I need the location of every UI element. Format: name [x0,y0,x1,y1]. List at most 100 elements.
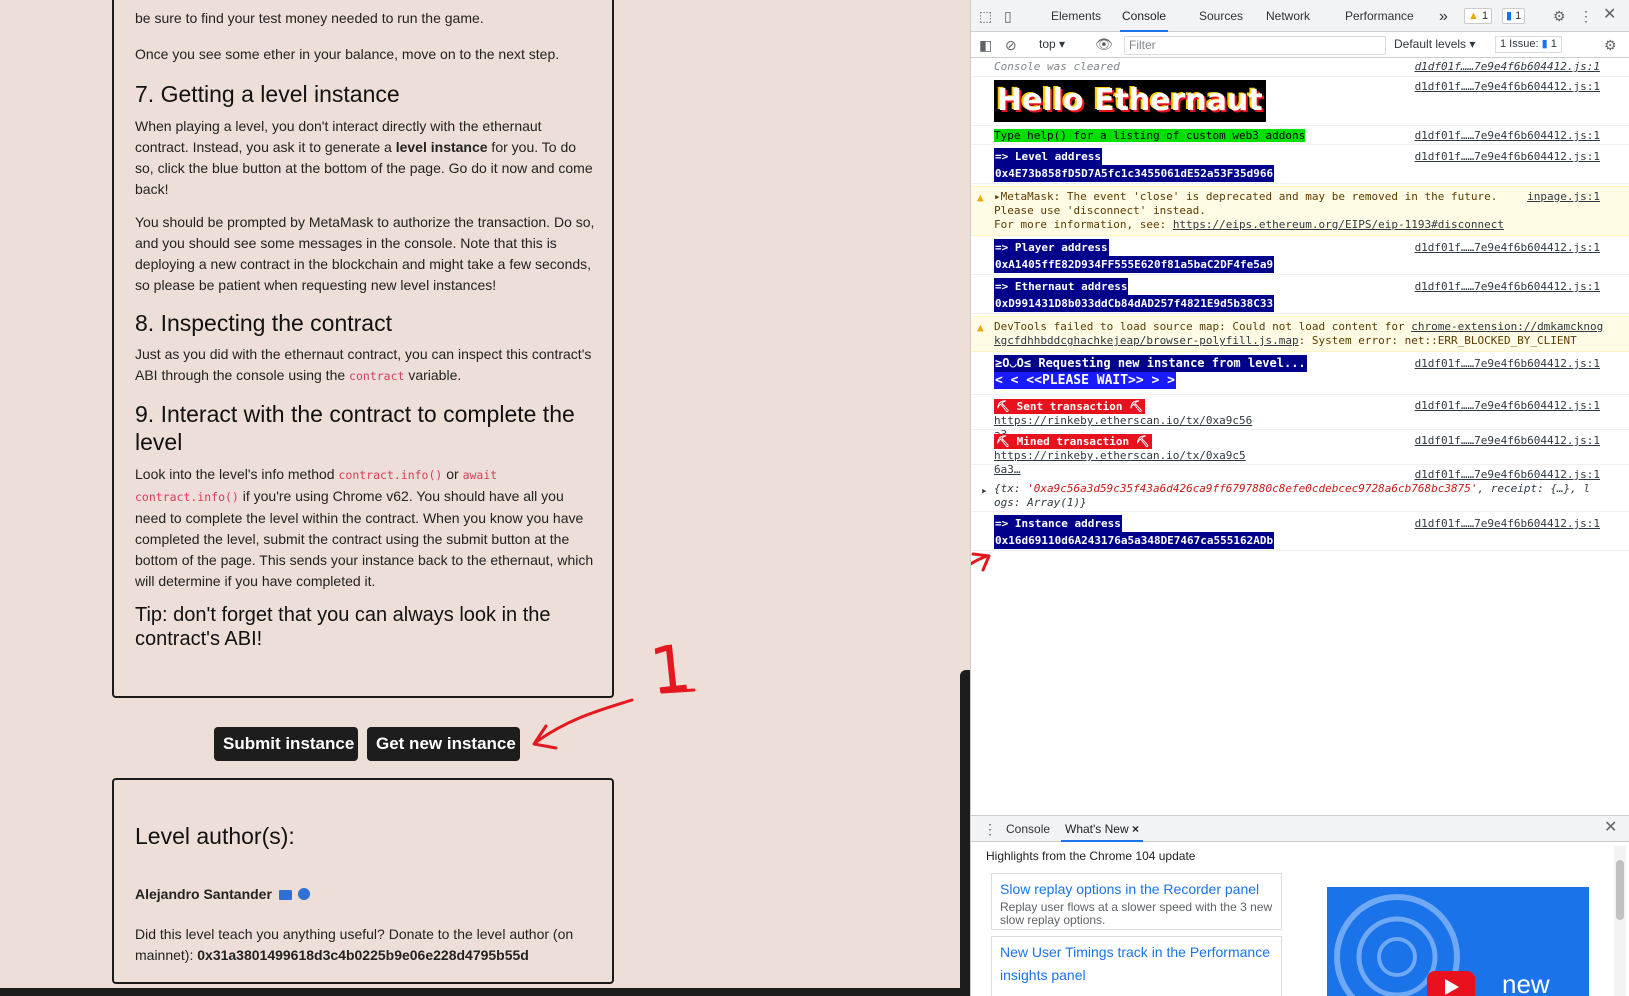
log-source-link[interactable]: d1df01f……7e9e4f6b604412.js:1 [1415,468,1600,482]
tx-object-hash: '0xa9c56a3d59c35f43a6d426ca9ff6797880c8e… [1027,482,1478,495]
whats-new-video-thumbnail[interactable]: new [1327,887,1589,996]
issues-button[interactable]: 1 Issue: ▮ 1 [1495,36,1562,53]
s7-bold-level-instance: level instance [395,139,488,155]
news-card-slow-replay[interactable]: Slow replay options in the Recorder pane… [991,873,1282,930]
clear-console-icon[interactable]: ⊘ [1005,37,1017,53]
log-sourcemap-warning: ▲ DevTools failed to load source map: Co… [971,316,1629,352]
globe-icon[interactable] [297,888,310,900]
log-source-link[interactable]: d1df01f……7e9e4f6b604412.js:1 [1415,80,1600,94]
context-select[interactable]: top ▾ [1039,37,1065,51]
log-source-link[interactable]: d1df01f……7e9e4f6b604412.js:1 [1415,434,1600,448]
device-toolbar-icon[interactable]: ▯ [1004,8,1012,24]
log-source-link[interactable]: d1df01f……7e9e4f6b604412.js:1 [1415,241,1600,255]
drawer-scrollbar[interactable] [1614,846,1626,996]
news-desc: Replay user flows at a slower speed with… [1000,900,1273,927]
player-address-label: => Player address [994,239,1109,256]
mined-transaction-link[interactable]: https://rinkeby.etherscan.io/tx/0xa9c5 [994,449,1246,462]
level-author-title: Level author(s): [135,823,295,849]
requesting-text: ≥O◡O≤ Requesting new instance from level… [994,355,1307,372]
drawer-tab-console[interactable]: Console [1006,816,1050,842]
section-7-paragraph-1: When playing a level, you don't interact… [135,116,595,200]
log-hello-ethernaut: Hello Ethernaut d1df01f……7e9e4f6b604412.… [971,78,1629,126]
get-new-instance-button[interactable]: Get new instance [367,727,520,761]
log-tx-object[interactable]: d1df01f……7e9e4f6b604412.js:1 ▸ {tx: '0xa9… [971,466,1629,512]
log-requesting: ≥O◡O≤ Requesting new instance from level… [971,353,1629,395]
help-hint-text: Type help() for a listing of custom web3… [994,129,1306,142]
whats-new-label: What's New [1065,822,1129,836]
log-source-link[interactable]: d1df01f……7e9e4f6b604412.js:1 [1415,517,1600,531]
tab-elements[interactable]: Elements [1051,0,1101,32]
devtools-panel: ⬚ ▯ Elements Console Sources Network Per… [970,0,1629,996]
log-source-link[interactable]: d1df01f……7e9e4f6b604412.js:1 [1415,280,1600,294]
inspect-element-icon[interactable]: ⬚ [979,8,992,24]
drawer-tab-whats-new[interactable]: What's New × [1061,816,1143,842]
filter-input[interactable]: Filter [1124,36,1386,55]
warning-triangle-icon: ▲ [977,191,984,204]
log-source-link[interactable]: d1df01f……7e9e4f6b604412.js:1 [1415,357,1600,371]
log-console-cleared: Console was cleared d1df01f……7e9e4f6b604… [971,60,1629,77]
ethernaut-address-value: 0xD991431D8b033ddCb84dAD257f4821E9d5b38C… [994,295,1275,312]
tab-sources[interactable]: Sources [1199,0,1243,32]
drawer-menu-icon[interactable]: ⋮ [983,821,997,837]
tab-console[interactable]: Console [1120,0,1169,32]
news-card-user-timings[interactable]: New User Timings track in the Performanc… [991,936,1282,996]
warning-triangle-icon: ▲ [977,321,984,334]
donate-address: 0x31a3801499618d3c4b0225b9e06e228d4795b5… [197,947,529,963]
live-expression-eye-icon[interactable]: 👁 [1095,36,1113,52]
tx-object-text[interactable]: ▸ {tx: '0xa9c56a3d59c35f43a6d426ca9ff6797… [981,482,1614,510]
devtools-tabbar: ⬚ ▯ Elements Console Sources Network Per… [971,0,1629,32]
please-wait-text: < < <<PLEASE WAIT>> > > [994,372,1177,389]
sidebar-toggle-icon[interactable]: ◧ [979,37,992,53]
s9-text-a: Look into the level's info method [135,466,339,482]
mm-eip-link[interactable]: https://eips.ethereum.org/EIPS/eip-1193#… [1173,218,1504,231]
news-title[interactable]: New User Timings track in the Performanc… [1000,941,1273,987]
level-address-block: => Level address 0x4E73b858fD5D7A5fc1c345… [994,148,1275,182]
kebab-menu-icon[interactable]: ⋮ [1579,8,1593,24]
warning-count-badge[interactable]: ▲ 1 [1464,8,1493,24]
annotation-1-underline [660,688,696,694]
expand-triangle-icon[interactable]: ▸ [981,484,988,498]
player-address-block: => Player address 0xA1405ffE82D934FF555E6… [994,239,1275,273]
tab-performance[interactable]: Performance [1345,0,1414,32]
section-8-paragraph: Just as you did with the ethernaut contr… [135,344,595,387]
log-levels-select[interactable]: Default levels ▾ [1394,37,1475,51]
level-address-value: 0x4E73b858fD5D7A5fc1c3455061dE52a53F35d9… [994,165,1275,182]
log-source-link[interactable]: d1df01f……7e9e4f6b604412.js:1 [1415,399,1600,413]
email-icon[interactable] [278,890,292,900]
video-caption: new [1502,969,1550,996]
close-devtools-icon[interactable]: ✕ [1603,7,1616,23]
level-author-card: Level author(s): Alejandro Santander Did… [112,778,614,984]
message-count-badge[interactable]: ▮ 1 [1502,8,1526,24]
arrow-1-head [532,724,558,750]
hello-ethernaut-banner: Hello Ethernaut [994,80,1266,122]
mm-more-info: For more information, see: [994,218,1173,231]
sent-transaction-link[interactable]: https://rinkeby.etherscan.io/tx/0xa9c56 [994,414,1252,427]
console-toolbar: ◧ ⊘ top ▾ 👁 Filter Default levels ▾ 1 Is… [971,32,1629,58]
level-instructions-card: be sure to find your test money needed t… [112,0,614,698]
log-source-link[interactable]: d1df01f……7e9e4f6b604412.js:1 [1415,60,1600,74]
settings-gear-icon[interactable]: ⚙ [1553,8,1566,24]
warning-icon: ▲ [1468,10,1479,22]
log-help: Type help() for a listing of custom web3… [971,127,1629,145]
author-name: Alejandro Santander [135,886,272,902]
log-source-link[interactable]: d1df01f……7e9e4f6b604412.js:1 [1415,129,1600,143]
drawer-scroll-thumb[interactable] [1616,860,1624,920]
tx-object-b: , receipt: {…}, l [1477,482,1591,495]
news-title[interactable]: Slow replay options in the Recorder pane… [1000,878,1273,901]
tab-network[interactable]: Network [1266,0,1310,32]
more-tabs-button[interactable]: » [1439,0,1448,32]
console-settings-icon[interactable]: ⚙ [1604,37,1617,53]
submit-instance-button[interactable]: Submit instance [214,727,358,761]
section-7-paragraph-2: You should be prompted by MetaMask to au… [135,214,595,293]
log-source-link[interactable]: d1df01f……7e9e4f6b604412.js:1 [1415,150,1600,164]
log-ethernaut-address: => Ethernaut address 0xD991431D8b033ddCb8… [971,276,1629,314]
author-row: Alejandro Santander [135,884,595,905]
inpage-source-link[interactable]: inpage.js:1 [1527,190,1600,204]
close-tab-icon[interactable]: × [1132,822,1139,836]
instance-address-value: 0x16d69110d6A243176a5a348DE7467ca555162A… [994,532,1275,549]
s9-or-text: or [442,466,463,482]
drawer-tabbar: ⋮ Console What's New × ✕ [971,816,1629,842]
sourcemap-warning-text: DevTools failed to load source map: Coul… [994,320,1604,348]
close-drawer-icon[interactable]: ✕ [1604,820,1617,836]
intro-tail-text: be sure to find your test money needed t… [135,10,484,26]
